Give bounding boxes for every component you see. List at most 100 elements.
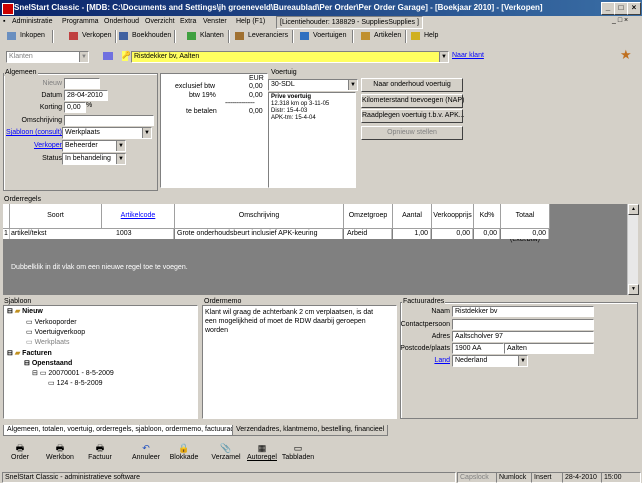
to-vehicle-maintenance-button[interactable]: Naar onderhoud voertuig bbox=[361, 78, 463, 92]
annuleer-button[interactable]: ↶ Annuleer bbox=[128, 442, 164, 468]
sjabloon-select[interactable]: Werkplaats ▼ bbox=[62, 127, 152, 139]
cell-korting[interactable]: 0,00 bbox=[474, 229, 500, 239]
land-select[interactable]: Nederland ▼ bbox=[452, 355, 528, 367]
verzamel-button[interactable]: 📎 Verzamel bbox=[208, 442, 244, 468]
column-verkoopprijs[interactable]: Verkoopprijs bbox=[432, 204, 474, 229]
verkoper-link[interactable]: Verkoper bbox=[20, 142, 62, 149]
vehicle-info-line: 12.318 km op 3-11-05 bbox=[271, 101, 330, 107]
toolbar-artikelen[interactable]: Artikelen bbox=[360, 30, 401, 42]
status-select[interactable]: In behandeling ▼ bbox=[62, 153, 126, 165]
datum-field[interactable]: 28-04-2010 bbox=[64, 90, 108, 101]
scroll-down-icon[interactable]: ▼ bbox=[628, 284, 639, 295]
status-date: 28-4-2010 bbox=[562, 472, 602, 483]
menu-venster[interactable]: Venster bbox=[203, 16, 227, 28]
factuur-button[interactable]: 🖶 Factuur bbox=[82, 442, 118, 468]
contact-field[interactable] bbox=[452, 319, 594, 330]
star-icon[interactable]: ★ bbox=[620, 48, 634, 62]
cell-omzetgroep[interactable]: Arbeid bbox=[344, 229, 392, 239]
ledger-icon bbox=[119, 32, 128, 40]
postcode-field[interactable]: 1900 AA bbox=[452, 343, 504, 354]
tree-node-nieuw[interactable]: ⊟ ▰ Nieuw bbox=[7, 307, 43, 315]
vehicle-select[interactable]: 30-SDL ▼ bbox=[268, 79, 358, 91]
toolbar-inkopen[interactable]: Inkopen bbox=[6, 30, 45, 42]
toolbar-help[interactable]: Help bbox=[410, 30, 438, 42]
tree-node-verkooporder[interactable]: ▭ Verkooporder bbox=[26, 318, 77, 326]
chevron-down-icon: ▼ bbox=[116, 141, 125, 151]
document-icon: ▭ bbox=[26, 339, 33, 346]
column-totaal[interactable]: Totaal (excl.btw) bbox=[501, 204, 550, 243]
toolbar-verkopen[interactable]: Verkopen bbox=[68, 30, 112, 42]
tree-node-invoice-124[interactable]: ▭ 124 - 8-5-2009 bbox=[48, 379, 103, 387]
korting-field[interactable]: 0,00 bbox=[64, 102, 86, 113]
search-input[interactable]: Ristdekker bv, Aalten ▼ bbox=[131, 51, 449, 63]
child-window-controls[interactable]: _ □ × bbox=[612, 17, 628, 24]
cell-omschrijving[interactable]: Grote onderhoudsbeurt inclusief APK-keur… bbox=[175, 229, 343, 239]
chevron-down-icon: ▼ bbox=[518, 356, 527, 366]
cell-aantal[interactable]: 1,00 bbox=[393, 229, 431, 239]
column-artikelcode[interactable]: Artikelcode bbox=[102, 204, 175, 229]
tabbladen-button[interactable]: ▭ Tabbladen bbox=[280, 442, 316, 468]
omschrijving-field[interactable] bbox=[64, 115, 154, 126]
tree-node-facturen[interactable]: ⊟ ▰ Facturen bbox=[7, 349, 52, 357]
menu-extra[interactable]: Extra bbox=[180, 16, 196, 28]
sjabloon-tree[interactable]: ⊟ ▰ Nieuw ▭ Verkooporder ▭ Voertuigverko… bbox=[3, 305, 198, 419]
autoregel-button[interactable]: ▦ Autoregel bbox=[244, 442, 280, 468]
adres-field[interactable]: Aaltscholver 97 bbox=[452, 331, 594, 342]
cell-soort[interactable]: artikel/tekst bbox=[10, 229, 103, 239]
column-omschrijving[interactable]: Omschrijving bbox=[175, 204, 344, 229]
naam-field[interactable]: Ristdekker bv bbox=[452, 306, 594, 317]
menu-administratie[interactable]: Administratie bbox=[12, 16, 52, 28]
column-omzetgroep[interactable]: Omzetgroep bbox=[344, 204, 393, 229]
menu-help[interactable]: Help (F1) bbox=[236, 16, 265, 28]
plaats-field[interactable]: Aalten bbox=[504, 343, 594, 354]
vehicle-info: Prive voertuig 12.318 km op 3-11-05 Dist… bbox=[268, 92, 356, 188]
printer-icon: 🖶 bbox=[55, 443, 65, 453]
tab-algemeen[interactable]: Algemeen, totalen, voertuig, orderregels… bbox=[3, 425, 248, 436]
sjabloon-link[interactable]: Sjabloon (consult) bbox=[4, 129, 62, 136]
total-excl-label: exclusief btw bbox=[175, 83, 216, 90]
cell-artikelcode[interactable]: 1003 bbox=[102, 229, 174, 239]
scroll-up-icon[interactable]: ▲ bbox=[628, 204, 639, 215]
add-mileage-button[interactable]: Kilometerstand toevoegen (NAP) bbox=[361, 94, 464, 108]
ordermemo-text: Klant wil graag de achterbank 2 cm verpl… bbox=[205, 309, 374, 334]
blokkade-button[interactable]: 🔒 Blokkade bbox=[166, 442, 202, 468]
toolbar-voertuigen[interactable]: Voertuigen bbox=[299, 30, 346, 42]
toolbar-leveranciers[interactable]: Leveranciers bbox=[234, 30, 288, 42]
order-lines-grid[interactable]: Soort Artikelcode Omschrijving Omzetgroe… bbox=[3, 204, 627, 295]
tree-node-invoice-20070001[interactable]: ⊟ ▭ 20070001 - 8-5-2009 bbox=[32, 369, 114, 377]
consult-vehicle-apk-button[interactable]: Raadplegen voertuig t.b.v. APK... bbox=[361, 109, 465, 123]
tree-node-werkplaats[interactable]: ▭ Werkplaats bbox=[26, 338, 69, 346]
search-toggle[interactable] bbox=[92, 50, 118, 62]
verkoper-select[interactable]: Beheerder ▼ bbox=[62, 140, 126, 152]
minus-icon: ⊟ bbox=[24, 360, 30, 367]
ordermemo-textarea[interactable]: Klant wil graag de achterbank 2 cm verpl… bbox=[202, 305, 397, 419]
key-icon: 🔑 bbox=[122, 51, 131, 61]
chevron-down-icon: ▼ bbox=[439, 52, 448, 62]
tree-node-openstaand[interactable]: ⊟ Openstaand bbox=[24, 359, 72, 367]
minimize-button[interactable]: _ bbox=[601, 2, 615, 15]
menu-onderhoud[interactable]: Onderhoud bbox=[104, 16, 139, 28]
toolbar-klanten[interactable]: Klanten bbox=[186, 30, 224, 42]
column-soort[interactable]: Soort bbox=[10, 204, 102, 229]
order-number-field[interactable] bbox=[64, 78, 100, 89]
lock-icon: 🔒 bbox=[178, 443, 190, 453]
column-aantal[interactable]: Aantal bbox=[393, 204, 432, 229]
werkbon-button[interactable]: 🖶 Werkbon bbox=[42, 442, 78, 468]
land-link[interactable]: Land bbox=[400, 357, 450, 364]
maximize-button[interactable]: □ bbox=[614, 2, 628, 15]
to-customer-link[interactable]: Naar klant bbox=[452, 52, 484, 59]
toolbar-boekhouden[interactable]: Boekhouden bbox=[118, 30, 171, 42]
menu-overzicht[interactable]: Overzicht bbox=[145, 16, 175, 28]
order-button[interactable]: 🖶 Order bbox=[2, 442, 38, 468]
total-excl-value: 0,00 bbox=[249, 83, 263, 90]
printer-icon: 🖶 bbox=[95, 443, 105, 453]
column-korting[interactable]: Kd% bbox=[474, 204, 501, 229]
cell-verkoopprijs[interactable]: 0,00 bbox=[432, 229, 473, 239]
cell-totaal[interactable]: 0,00 bbox=[501, 229, 549, 239]
search-type-select[interactable]: Klanten ▼ bbox=[6, 51, 89, 63]
order-lines-scrollbar[interactable]: ▲ ▼ bbox=[627, 204, 639, 295]
close-button[interactable]: × bbox=[627, 2, 641, 15]
menu-programma[interactable]: Programma bbox=[62, 16, 99, 28]
tree-node-voertuigverkoop[interactable]: ▭ Voertuigverkoop bbox=[26, 328, 85, 336]
tab-verzendadres[interactable]: Verzendadres, klantmemo, bestelling, fin… bbox=[232, 425, 389, 436]
